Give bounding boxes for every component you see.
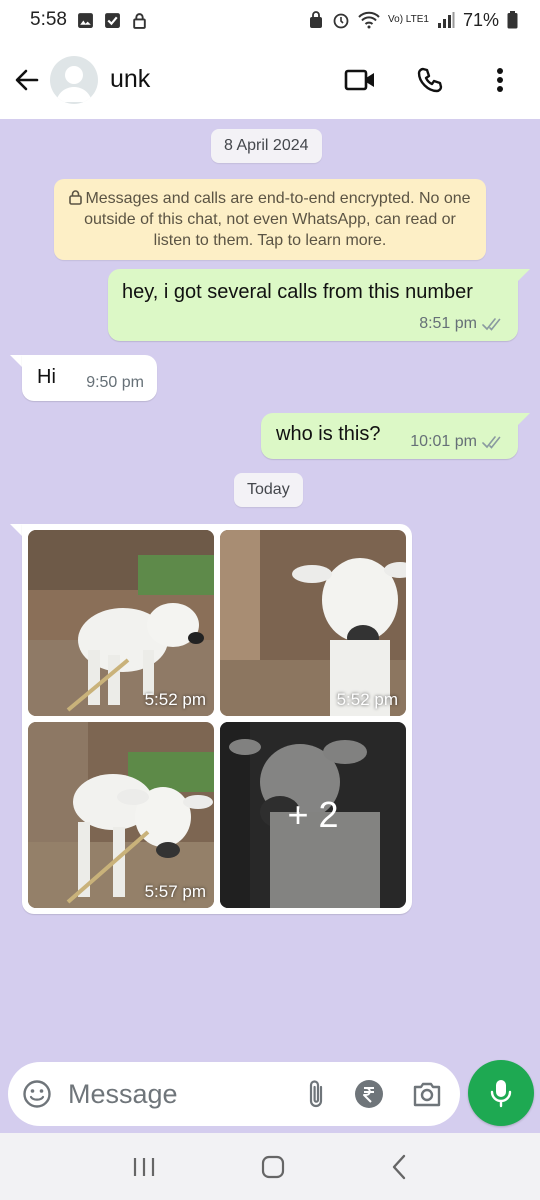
- system-navigation-bar: [0, 1133, 540, 1200]
- photo-thumbnail[interactable]: 5:57 pm: [28, 722, 214, 908]
- date-chip: 8 April 2024: [211, 129, 322, 163]
- message-bubble-incoming[interactable]: Hi 9:50 pm: [22, 355, 157, 401]
- double-check-icon: [482, 436, 501, 449]
- encryption-notice[interactable]: Messages and calls are end-to-end encryp…: [54, 179, 486, 260]
- battery-icon: [507, 11, 518, 29]
- voice-call-button[interactable]: [410, 60, 450, 100]
- back-button[interactable]: [4, 57, 50, 103]
- photo-thumbnail[interactable]: 5:52 pm: [28, 530, 214, 716]
- message-time: 8:51 pm: [419, 315, 477, 332]
- chat-area[interactable]: 8 April 2024 Messages and calls are end-…: [0, 119, 540, 1059]
- network-type: Vo) LTE1: [388, 14, 429, 25]
- contact-name[interactable]: unk: [110, 65, 150, 94]
- microphone-icon: [490, 1080, 512, 1108]
- message-input[interactable]: Message: [68, 1079, 178, 1110]
- alarm-icon: [333, 13, 349, 29]
- calf-photo: [28, 530, 214, 716]
- overflow-menu-button[interactable]: [480, 60, 520, 100]
- alarm-lock-icon: [310, 11, 323, 28]
- lock-notification-icon: [133, 12, 146, 29]
- video-call-button[interactable]: [340, 60, 380, 100]
- lock-icon: [69, 190, 83, 205]
- chat-header: unk: [0, 40, 540, 119]
- encryption-text: Messages and calls are end-to-end encryp…: [84, 190, 471, 249]
- message-time: 10:01 pm: [410, 433, 477, 450]
- photo-time: 5:52 pm: [336, 690, 398, 709]
- rupee-payment-icon[interactable]: [354, 1079, 384, 1109]
- more-count-overlay: + 2: [220, 722, 406, 908]
- photo-time: 5:57 pm: [144, 882, 206, 901]
- message-text: hey, i got several calls from this numbe…: [122, 281, 473, 303]
- attach-icon[interactable]: [306, 1078, 326, 1110]
- date-chip-today: Today: [234, 473, 303, 507]
- avatar[interactable]: [50, 55, 98, 104]
- bubble-tail: [518, 269, 530, 281]
- status-bar: 5:58 Vo) LTE1 71%: [0, 0, 540, 40]
- bubble-tail: [518, 413, 530, 425]
- message-bubble-outgoing[interactable]: hey, i got several calls from this numbe…: [108, 269, 518, 341]
- recent-apps-icon[interactable]: [131, 1155, 157, 1179]
- bubble-tail: [10, 524, 22, 536]
- photo-time: 5:52 pm: [144, 690, 206, 709]
- phone-icon: [417, 67, 443, 92]
- voice-message-button[interactable]: [468, 1060, 534, 1126]
- message-composer[interactable]: Message: [8, 1062, 460, 1126]
- media-group-bubble[interactable]: 5:52 pm 5:52 pm 5:57 pm + 2: [22, 524, 412, 914]
- calf-photo: [220, 530, 406, 716]
- photo-thumbnail[interactable]: 5:52 pm: [220, 530, 406, 716]
- checkbox-notification-icon: [105, 12, 120, 28]
- back-arrow-icon: [15, 69, 39, 90]
- message-bubble-outgoing[interactable]: who is this? 10:01 pm: [261, 413, 518, 459]
- bubble-tail: [10, 355, 22, 367]
- message-text: Hi: [37, 366, 56, 388]
- signal-icon: [437, 12, 455, 28]
- double-check-icon: [482, 318, 501, 331]
- battery-percent: 71%: [462, 9, 499, 30]
- message-text: who is this?: [276, 423, 381, 445]
- video-camera-icon: [344, 69, 374, 90]
- more-photos-thumbnail[interactable]: + 2: [220, 722, 406, 908]
- status-time: 5:58: [30, 9, 67, 30]
- more-vert-icon: [497, 67, 503, 92]
- home-icon[interactable]: [260, 1154, 286, 1180]
- wifi-icon: [358, 11, 380, 29]
- default-avatar-icon: [56, 65, 92, 102]
- calf-photo: [28, 722, 214, 908]
- message-time: 9:50 pm: [86, 374, 144, 391]
- camera-icon[interactable]: [412, 1080, 442, 1108]
- back-nav-icon[interactable]: [389, 1154, 409, 1180]
- gallery-notification-icon: [78, 12, 93, 28]
- emoji-icon[interactable]: [22, 1079, 52, 1109]
